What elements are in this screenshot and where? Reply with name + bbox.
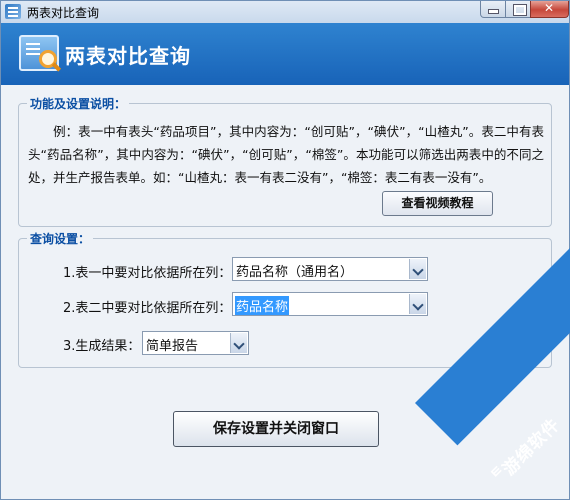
table2-column-value: 药品名称	[235, 296, 290, 315]
info-legend: 功能及设置说明：	[27, 95, 130, 112]
minimize-button[interactable]	[480, 1, 506, 18]
chevron-down-icon[interactable]	[409, 294, 426, 314]
table1-column-value: 药品名称（通用名）	[236, 265, 354, 280]
video-tutorial-button[interactable]: 查看视频教程	[382, 191, 493, 216]
result-type-select[interactable]: 简单报告	[142, 331, 249, 355]
table2-column-select[interactable]: 药品名称	[232, 292, 428, 316]
table2-column-label: 2.表二中要对比依据所在列：	[63, 301, 232, 316]
title-bar[interactable]: 两表对比查询	[1, 1, 569, 24]
chevron-down-icon[interactable]	[409, 259, 426, 279]
app-icon	[5, 4, 21, 19]
table1-column-select[interactable]: 药品名称（通用名）	[232, 257, 428, 281]
close-button[interactable]	[530, 1, 569, 18]
header-banner: 两表对比查询	[1, 23, 569, 85]
query-legend: 查询设置：	[27, 230, 94, 247]
table-search-icon	[19, 35, 62, 72]
info-groupbox: 功能及设置说明： 例：表一中有表头“药品项目”，其中内容为：“创可贴”，“碘伏”…	[18, 95, 552, 227]
info-description: 例：表一中有表头“药品项目”，其中内容为：“创可贴”，“碘伏”，“山楂丸”。表二…	[28, 124, 544, 185]
maximize-button[interactable]	[505, 1, 531, 18]
result-type-label: 3.生成结果：	[63, 339, 141, 354]
window-title: 两表对比查询	[27, 6, 100, 20]
app-window: 两表对比查询 两表对比查询 功能及设置说明： 例：表一中有表头“药品项目”，其中…	[0, 0, 570, 500]
chevron-down-icon[interactable]	[230, 333, 247, 353]
page-title: 两表对比查询	[65, 44, 191, 68]
table1-column-label: 1.表一中要对比依据所在列：	[63, 266, 232, 281]
result-type-value: 简单报告	[146, 339, 199, 354]
save-and-close-button[interactable]: 保存设置并关闭窗口	[173, 411, 379, 447]
